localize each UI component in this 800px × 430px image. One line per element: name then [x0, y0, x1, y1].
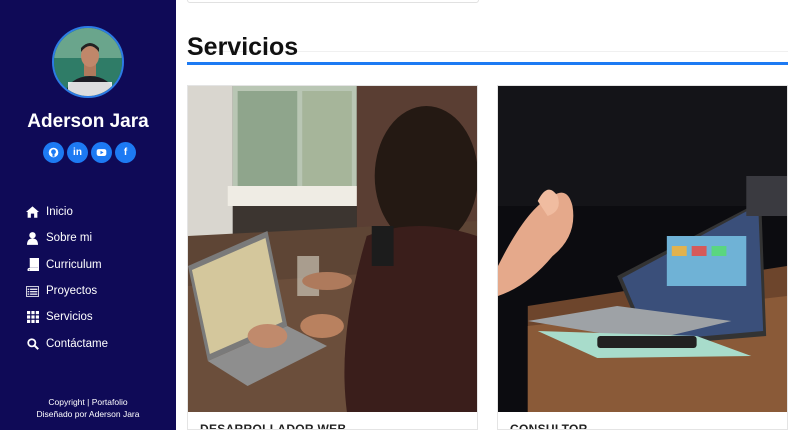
avatar [52, 26, 124, 98]
sidebar-item-label: Sobre mi [46, 232, 93, 245]
designer-credit: Diseñado por Aderson Jara [36, 409, 140, 419]
previous-section-card [187, 0, 479, 3]
list-icon [26, 285, 39, 298]
user-icon [26, 232, 39, 245]
social-links: in f [43, 142, 136, 163]
sidebar-item-label: Inicio [46, 206, 73, 219]
service-card-title: CONSULTOR [510, 422, 588, 430]
facebook-icon[interactable]: f [115, 142, 136, 163]
sidebar-item-label: Contáctame [46, 337, 109, 350]
service-card[interactable]: CONSULTOR [497, 85, 788, 430]
book-icon [26, 258, 39, 272]
sidebar-item-proyectos[interactable]: Proyectos [26, 278, 108, 304]
sidebar-item-sobre-mi[interactable]: Sobre mi [26, 225, 108, 251]
search-icon [26, 337, 39, 350]
copyright-text: Copyright | Portafolio [48, 397, 128, 407]
sidebar-item-label: Servicios [46, 311, 93, 324]
service-image-consultant [498, 86, 787, 412]
section-title: Servicios [187, 33, 299, 61]
home-icon [26, 206, 39, 219]
grid-icon [26, 311, 39, 324]
service-image-web-developer [188, 86, 477, 412]
sidebar-item-curriculum[interactable]: Curriculum [26, 252, 108, 278]
main-content: Servicios DESARROLLADOR WEB CONSULTOR [176, 0, 800, 430]
sidebar-footer: Copyright | Portafolio Diseñado por Ader… [0, 396, 176, 420]
sidebar-item-label: Proyectos [46, 285, 98, 298]
sidebar-item-inicio[interactable]: Inicio [26, 199, 108, 225]
service-card[interactable]: DESARROLLADOR WEB [187, 85, 478, 430]
sidebar-nav: Inicio Sobre mi Curriculum Proyectos Ser… [26, 199, 108, 357]
sidebar: Aderson Jara in f Inicio Sobre mi Curric… [0, 0, 176, 430]
sidebar-item-contactame[interactable]: Contáctame [26, 330, 108, 356]
github-icon[interactable] [43, 142, 64, 163]
youtube-icon[interactable] [91, 142, 112, 163]
profile-name: Aderson Jara [27, 111, 149, 132]
service-card-title: DESARROLLADOR WEB [200, 422, 347, 430]
sidebar-item-label: Curriculum [46, 258, 102, 271]
linkedin-icon[interactable]: in [67, 142, 88, 163]
sidebar-item-servicios[interactable]: Servicios [26, 304, 108, 330]
title-underline [187, 62, 788, 65]
